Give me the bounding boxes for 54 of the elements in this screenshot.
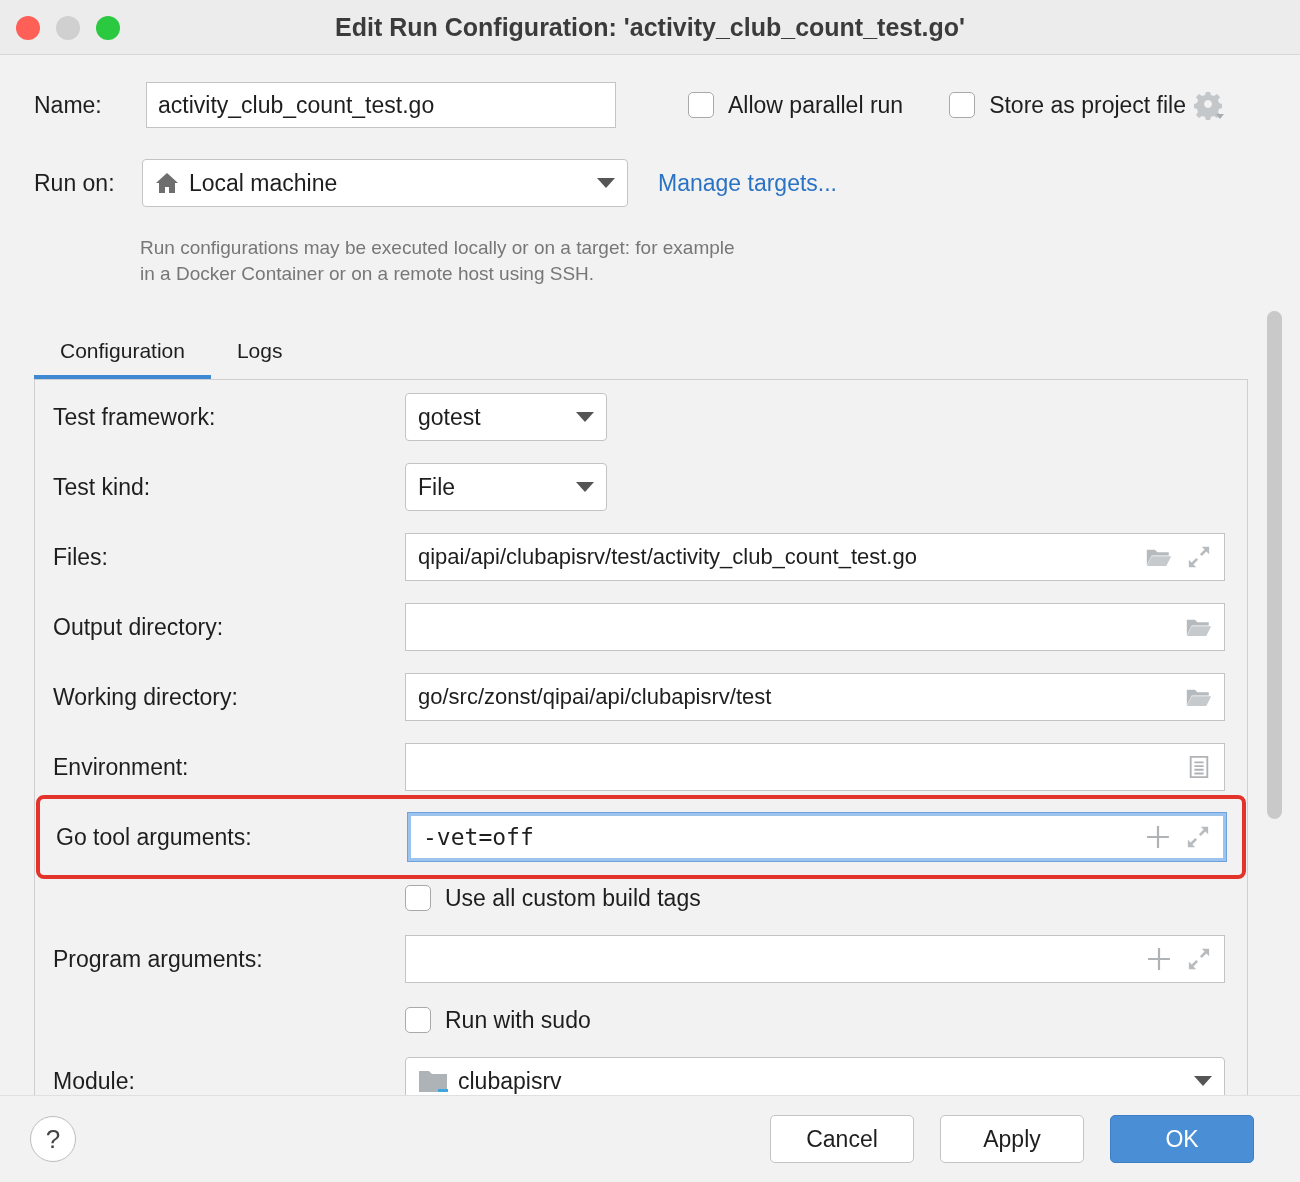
house-icon (155, 172, 179, 194)
checkbox[interactable] (949, 92, 976, 118)
field-label: Environment: (53, 753, 190, 781)
field-label: Program arguments: (53, 945, 264, 973)
caret-icon (576, 482, 594, 492)
dialog-button[interactable]: Apply (940, 1115, 1084, 1163)
checkbox[interactable] (688, 92, 714, 118)
checkbox-label[interactable]: Store as project file (989, 91, 1186, 119)
expand-icon[interactable] (1186, 947, 1212, 971)
arguments-field[interactable] (405, 935, 1225, 983)
zoom-window-button[interactable] (96, 16, 120, 40)
name-field[interactable]: activity_club_count_test.go (146, 82, 616, 128)
field-label: Test framework: (53, 403, 217, 431)
gear-icon[interactable] (1194, 90, 1224, 120)
target-dropdown[interactable]: Local machine (142, 159, 628, 207)
checkbox-label[interactable]: Allow parallel run (728, 91, 904, 119)
checkbox[interactable] (405, 1007, 431, 1033)
checkbox-label[interactable]: Use all custom build tags (445, 884, 701, 912)
name-label: Name: (34, 91, 103, 119)
dropdown[interactable]: File (405, 463, 607, 511)
close-window-button[interactable] (16, 16, 40, 40)
checkbox[interactable] (405, 885, 431, 911)
arguments-field[interactable]: -vet=off (408, 813, 1226, 861)
tab[interactable]: Configuration (34, 331, 211, 379)
hint-text: Run configurations may be executed locally or on a target: for example in a Docker Container or on a remote host using SSH. (140, 236, 736, 286)
module-dropdown[interactable]: clubapisrv (405, 1057, 1225, 1095)
plus-icon[interactable] (1146, 947, 1172, 971)
scrollbar-thumb[interactable] (1266, 311, 1282, 819)
expand-icon[interactable] (1186, 545, 1212, 569)
path-field[interactable] (405, 603, 1225, 651)
dialog-button[interactable]: Cancel (770, 1115, 914, 1163)
expand-icon[interactable] (1185, 825, 1211, 849)
field-label: Module: (53, 1067, 136, 1095)
field-label: Output directory: (53, 613, 225, 641)
help-button[interactable]: ? (30, 1116, 76, 1162)
tab[interactable]: Logs (210, 331, 309, 379)
path-field[interactable]: qipai/api/clubapisrv/test/activity_club_count_test.go (405, 533, 1225, 581)
field-label: Working directory: (53, 683, 239, 711)
caret-icon (576, 412, 594, 422)
dropdown[interactable]: gotest (405, 393, 607, 441)
plus-icon[interactable] (1145, 825, 1171, 849)
field-label: Go tool arguments: (56, 823, 253, 851)
checkbox-label[interactable]: Run with sudo (445, 1006, 591, 1034)
caret-icon (597, 178, 615, 188)
path-field[interactable]: go/src/zonst/qipai/api/clubapisrv/test (405, 673, 1225, 721)
caret-icon (1194, 1076, 1212, 1086)
folder-icon (418, 1069, 448, 1093)
environment-field[interactable] (405, 743, 1225, 791)
run-on-label: Run on: (34, 169, 116, 197)
field-label: Test kind: (53, 473, 152, 501)
window-title: Edit Run Configuration: 'activity_club_count_test.go' (335, 12, 965, 42)
manage-targets-link[interactable]: Manage targets... (658, 169, 837, 197)
minimize-window-button[interactable] (56, 16, 80, 40)
field-label: Files: (53, 543, 109, 571)
